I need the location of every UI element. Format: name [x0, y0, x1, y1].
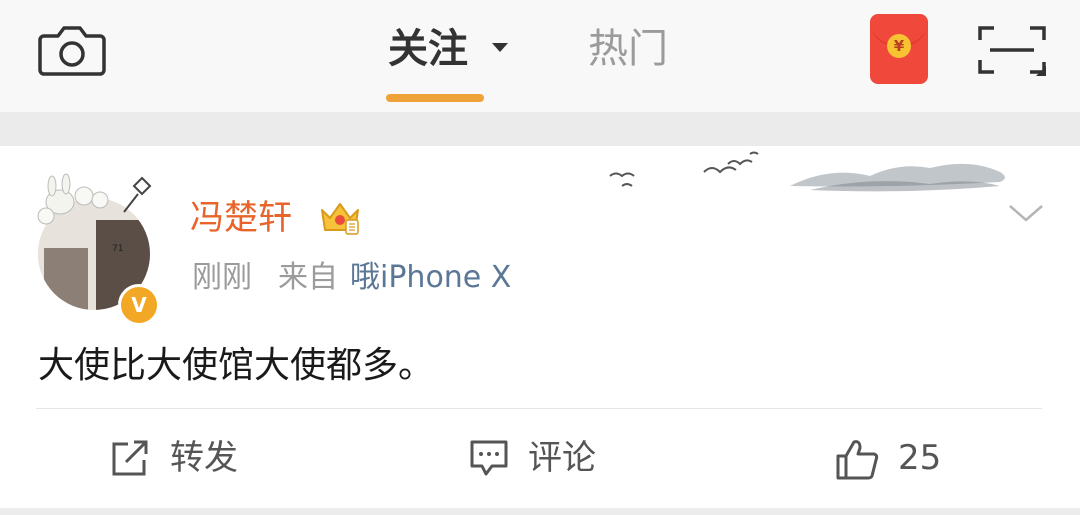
verified-badge: V	[118, 284, 160, 326]
source-prefix: 来自	[278, 260, 338, 295]
vip-crown-icon[interactable]	[318, 200, 362, 236]
tab-hot[interactable]: 热门	[588, 24, 668, 74]
avatar-pendant-decoration	[37, 173, 152, 225]
card-decoration-landscape	[609, 151, 1005, 192]
scan-icon[interactable]	[976, 22, 1048, 78]
repost-label: 转发	[170, 438, 238, 478]
username[interactable]: 冯楚轩	[190, 196, 292, 240]
comment-label: 评论	[528, 438, 596, 478]
tab-follow[interactable]: 关注	[388, 24, 468, 74]
comment-icon	[470, 440, 508, 476]
like-button[interactable]: 25	[834, 428, 964, 488]
like-count: 25	[898, 438, 942, 478]
bottom-gap	[0, 508, 1080, 515]
post-source-link[interactable]: 哦iPhone X	[350, 258, 511, 298]
top-nav-bar: 关注 热门 ¥	[0, 0, 1080, 112]
chevron-down-icon[interactable]	[1006, 198, 1046, 226]
avatar[interactable]: 71 V	[30, 172, 160, 326]
post-card: 71 V 冯楚轩 刚刚 来自 哦iPhone X 大使比大使馆大使都多。 转发 …	[0, 146, 1080, 508]
post-text: 大使比大使馆大使都多。	[38, 345, 435, 386]
repost-icon	[112, 440, 148, 476]
red-packet-icon[interactable]: ¥	[870, 14, 928, 84]
yuan-coin: ¥	[887, 34, 911, 58]
avatar-frame	[44, 248, 88, 310]
comment-button[interactable]: 评论	[468, 428, 628, 488]
post-time: 刚刚	[192, 260, 252, 295]
avatar-door-number: 71	[112, 244, 124, 254]
camera-icon[interactable]	[38, 22, 106, 78]
chevron-down-icon[interactable]	[492, 43, 508, 52]
divider	[36, 408, 1042, 409]
repost-button[interactable]: 转发	[110, 428, 270, 488]
active-tab-indicator	[386, 94, 484, 102]
thumbs-up-icon	[836, 440, 879, 480]
section-gap	[0, 112, 1080, 146]
